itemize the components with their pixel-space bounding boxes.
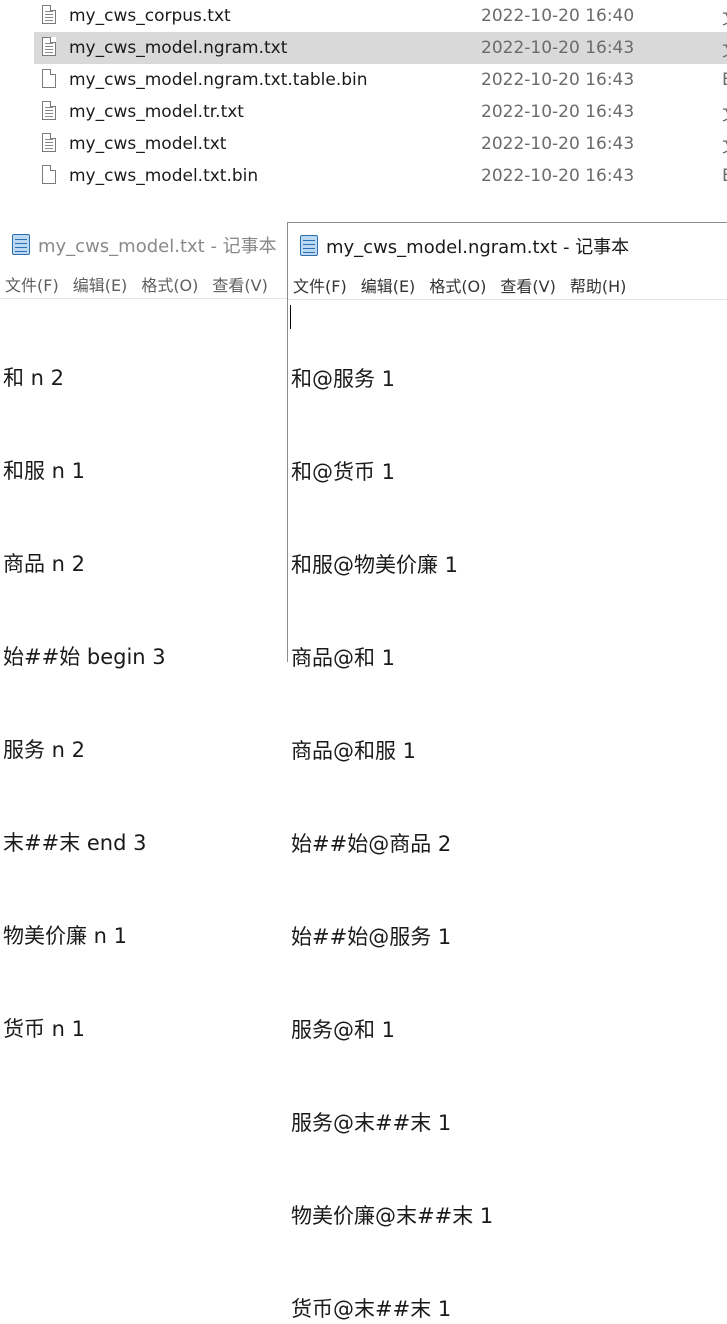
- text-line: 商品@和服 1: [291, 739, 417, 763]
- text-line: 商品@和 1: [291, 646, 396, 670]
- file-row-my-cws-model-tr[interactable]: my_cws_model.tr.txt 2022-10-20 16:43 文: [34, 96, 727, 128]
- window-title: my_cws_model.ngram.txt - 记事本: [326, 237, 630, 258]
- text-line: 商品 n 2: [3, 552, 86, 576]
- menu-view[interactable]: 查看(V): [212, 272, 267, 296]
- file-date: 2022-10-20 16:43: [481, 134, 635, 154]
- menu-file[interactable]: 文件(F): [5, 272, 59, 296]
- file-name: my_cws_model.tr.txt: [69, 102, 244, 122]
- notepad-icon: [300, 235, 318, 256]
- menu-view[interactable]: 查看(V): [500, 273, 555, 297]
- text-line: 始##始@服务 1: [291, 925, 452, 949]
- file-row-my-cws-model-ngram-table-bin[interactable]: my_cws_model.ngram.txt.table.bin 2022-10…: [34, 64, 727, 96]
- notepad-window-model-txt[interactable]: my_cws_model.txt - 记事本 文件(F) 编辑(E) 格式(O)…: [0, 222, 289, 1041]
- title-bar[interactable]: my_cws_model.txt - 记事本: [0, 222, 289, 268]
- window-title: my_cws_model.txt - 记事本: [38, 236, 277, 257]
- file-type: 文: [722, 100, 727, 125]
- text-line: 和@服务 1: [291, 367, 396, 391]
- file-type: B: [722, 166, 727, 186]
- text-editor[interactable]: 和@服务 1 和@货币 1 和服@物美价廉 1 商品@和 1 商品@和服 1 始…: [291, 302, 727, 1324]
- text-line: 物美价廉@末##末 1: [291, 1204, 494, 1228]
- file-date: 2022-10-20 16:40: [481, 6, 635, 26]
- menu-bar: 文件(F) 编辑(E) 格式(O) 查看(V) 帮助(H): [288, 271, 727, 299]
- text-line: 物美价廉 n 1: [3, 924, 128, 948]
- file-row-my-cws-corpus[interactable]: my_cws_corpus.txt 2022-10-20 16:40 文: [34, 0, 727, 32]
- file-type: B: [722, 70, 727, 90]
- menu-format[interactable]: 格式(O): [141, 272, 198, 296]
- menu-edit[interactable]: 编辑(E): [361, 273, 416, 297]
- menu-divider: [0, 298, 289, 299]
- file-type: 文: [722, 4, 727, 29]
- file-type: 文: [722, 36, 727, 61]
- file-name: my_cws_model.txt: [69, 134, 227, 154]
- text-line: 货币 n 1: [3, 1017, 86, 1041]
- file-row-my-cws-model[interactable]: my_cws_model.txt 2022-10-20 16:43 文: [34, 128, 727, 160]
- text-line: 和服@物美价廉 1: [291, 553, 459, 577]
- text-file-icon: [42, 37, 56, 56]
- menu-help[interactable]: 帮助(H): [570, 273, 627, 297]
- file-type: 文: [722, 132, 727, 157]
- file-date: 2022-10-20 16:43: [481, 166, 635, 186]
- text-line: 始##始@商品 2: [291, 832, 452, 856]
- text-line: 服务 n 2: [3, 738, 86, 762]
- text-file-icon: [42, 101, 56, 120]
- file-name: my_cws_corpus.txt: [69, 6, 231, 26]
- text-file-icon: [42, 5, 56, 24]
- blank-file-icon: [42, 165, 56, 184]
- text-line: 始##始 begin 3: [3, 645, 166, 669]
- text-line: 和@货币 1: [291, 460, 396, 484]
- file-name: my_cws_model.txt.bin: [69, 166, 259, 186]
- file-row-my-cws-model-bin[interactable]: my_cws_model.txt.bin 2022-10-20 16:43 B: [34, 160, 727, 192]
- text-editor[interactable]: 和 n 2 和服 n 1 商品 n 2 始##始 begin 3 服务 n 2 …: [3, 301, 289, 1107]
- menu-divider: [288, 299, 727, 300]
- file-name: my_cws_model.ngram.txt.table.bin: [69, 70, 368, 90]
- text-line: 货币@末##末 1: [291, 1297, 452, 1321]
- notepad-window-ngram-txt[interactable]: my_cws_model.ngram.txt - 记事本 文件(F) 编辑(E)…: [287, 222, 727, 1321]
- text-line: 和 n 2: [3, 366, 65, 390]
- menu-file[interactable]: 文件(F): [293, 273, 347, 297]
- text-file-icon: [42, 133, 56, 152]
- text-line: 服务@末##末 1: [291, 1111, 452, 1135]
- file-row-my-cws-model-ngram[interactable]: my_cws_model.ngram.txt 2022-10-20 16:43 …: [34, 32, 727, 64]
- notepad-icon: [12, 234, 30, 255]
- file-explorer: my_cws_corpus.txt 2022-10-20 16:40 文 my_…: [0, 0, 727, 222]
- blank-file-icon: [42, 69, 56, 88]
- text-line: 和服 n 1: [3, 459, 86, 483]
- text-line: 服务@和 1: [291, 1018, 396, 1042]
- file-date: 2022-10-20 16:43: [481, 102, 635, 122]
- menu-bar: 文件(F) 编辑(E) 格式(O) 查看(V): [0, 270, 289, 298]
- file-date: 2022-10-20 16:43: [481, 70, 635, 90]
- text-line: 末##末 end 3: [3, 831, 147, 855]
- title-bar[interactable]: my_cws_model.ngram.txt - 记事本: [288, 223, 727, 269]
- menu-format[interactable]: 格式(O): [429, 273, 486, 297]
- menu-edit[interactable]: 编辑(E): [73, 272, 128, 296]
- file-name: my_cws_model.ngram.txt: [69, 38, 288, 58]
- file-date: 2022-10-20 16:43: [481, 38, 635, 58]
